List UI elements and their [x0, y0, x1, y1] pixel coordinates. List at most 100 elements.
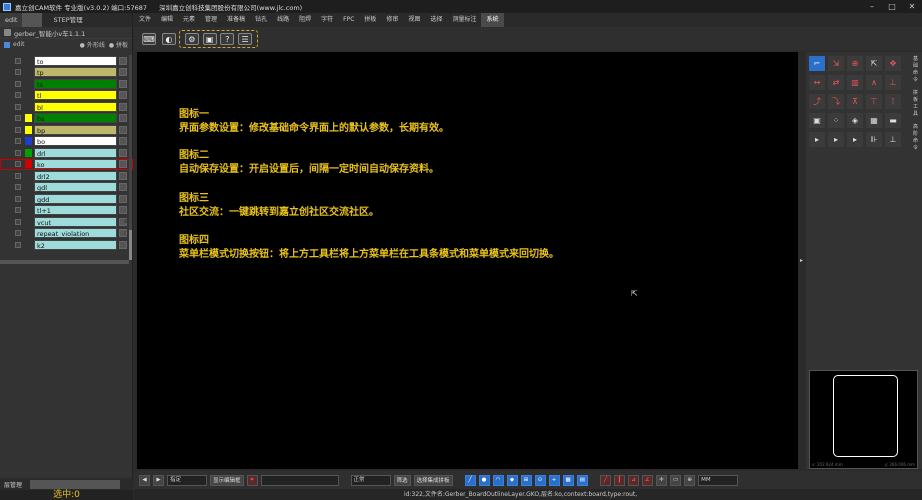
layer-color-swatch[interactable]	[25, 137, 32, 146]
layer-name[interactable]: tl	[34, 90, 117, 101]
layer-visibility-checkbox[interactable]	[15, 218, 21, 225]
filter-checkbox[interactable]: 筛选	[393, 474, 411, 486]
layer-color-swatch[interactable]	[25, 56, 32, 65]
layer-lock-toggle[interactable]	[119, 160, 127, 169]
tool-button-icon[interactable]: ⁘	[828, 113, 844, 128]
layer-name[interactable]: bs	[34, 113, 117, 124]
layer-color-swatch[interactable]	[25, 102, 32, 111]
layer-visibility-checkbox[interactable]	[15, 207, 21, 214]
tool-button-icon[interactable]: ⌐	[809, 56, 825, 71]
command-input[interactable]	[260, 474, 339, 486]
tool-button-icon[interactable]: ▸	[828, 132, 844, 147]
layer-visibility-checkbox[interactable]	[15, 115, 21, 122]
step-row[interactable]: edit ● 外形线 ● 拼板	[0, 39, 132, 50]
layer-list-scrollbar[interactable]	[129, 55, 132, 260]
view-toggle-icon[interactable]: ◐	[162, 33, 176, 45]
gear-icon[interactable]: ⚙	[184, 33, 199, 45]
layer-lock-toggle[interactable]	[119, 79, 127, 88]
layer-lock-toggle[interactable]	[119, 68, 127, 77]
layer-visibility-checkbox[interactable]	[15, 230, 21, 237]
tool-button-icon[interactable]: ⇲	[828, 56, 844, 71]
polygon-tool-icon[interactable]: ◆	[506, 474, 518, 486]
point-tool-icon[interactable]: ┃	[613, 474, 625, 486]
select-panel-checkbox[interactable]: 选择集成拼板	[413, 474, 453, 486]
layer-row[interactable]: tp	[0, 67, 133, 79]
layer-visibility-checkbox[interactable]	[15, 126, 21, 133]
layer-color-swatch[interactable]	[25, 125, 32, 134]
ruler-tool-icon[interactable]: ▭	[669, 474, 682, 486]
layer-color-swatch[interactable]	[25, 240, 32, 249]
tool-button-icon[interactable]: ✥	[885, 56, 901, 71]
zoom-tool-icon[interactable]: ⊕	[684, 474, 696, 486]
tool-button-icon[interactable]: ⇄	[828, 75, 844, 90]
layer-visibility-checkbox[interactable]	[15, 195, 21, 202]
layer-row[interactable]: bs	[0, 113, 133, 125]
line-tool-icon[interactable]: ╱	[464, 474, 476, 486]
tool-button-icon[interactable]: ▸	[809, 132, 825, 147]
layer-color-swatch[interactable]	[25, 229, 32, 238]
layer-lock-toggle[interactable]	[119, 183, 127, 192]
tool-button-icon[interactable]: ▣	[809, 113, 825, 128]
tool-button-icon[interactable]: ▥	[847, 75, 863, 90]
layer-row[interactable]: drl	[0, 147, 133, 159]
menu-item[interactable]: 测量标注	[447, 13, 481, 27]
measure-tool-icon[interactable]: ╱	[599, 474, 611, 486]
layer-color-swatch[interactable]	[25, 206, 32, 215]
show-edit-box-button[interactable]: 显示编辑框	[210, 474, 244, 486]
layer-visibility-checkbox[interactable]	[15, 57, 21, 64]
arc-tool-icon[interactable]: ◠	[492, 474, 504, 486]
menu-item[interactable]: 管理	[200, 13, 222, 27]
grid-tool-icon[interactable]: ▦	[562, 474, 574, 486]
menu-item[interactable]: 文件	[134, 13, 156, 27]
layer-color-swatch[interactable]	[25, 183, 32, 192]
arrow-right-icon[interactable]: ▶	[153, 474, 164, 486]
tab-edit[interactable]: edit	[0, 13, 23, 27]
plus-tool-icon[interactable]: +	[548, 474, 560, 486]
tool-button-icon[interactable]: ⊥	[885, 132, 901, 147]
tool-button-icon[interactable]: ⊕	[847, 56, 863, 71]
tool-button-icon[interactable]: ▦	[866, 113, 882, 128]
layer-name[interactable]: ko	[34, 159, 117, 170]
layer-row[interactable]: gdl	[0, 182, 133, 194]
layer-visibility-checkbox[interactable]	[15, 149, 21, 156]
layer-lock-toggle[interactable]	[119, 240, 127, 249]
layer-name[interactable]: tl+1	[34, 205, 117, 216]
layer-visibility-checkbox[interactable]	[15, 184, 21, 191]
layer-name[interactable]: vcut	[34, 216, 117, 227]
menu-item[interactable]: 选择	[425, 13, 447, 27]
layer-name[interactable]: bl	[34, 101, 117, 112]
center-tool-icon[interactable]: ⊙	[534, 474, 546, 486]
tool-button-icon[interactable]: ▬	[885, 113, 901, 128]
tool-button-icon[interactable]: ⊥	[885, 75, 901, 90]
layer-visibility-checkbox[interactable]	[15, 172, 21, 179]
layer-manager-button[interactable]: 层管理	[0, 479, 26, 490]
side-tab[interactable]: 高阶命令	[911, 124, 920, 152]
circle-tool-icon[interactable]: ●	[478, 474, 490, 486]
layer-name[interactable]: to	[34, 55, 117, 66]
layer-filter-input[interactable]	[30, 479, 121, 489]
minimize-icon[interactable]: –	[862, 0, 882, 13]
step-checkbox[interactable]	[4, 41, 10, 48]
layer-name[interactable]: gdl	[34, 182, 117, 193]
layer-name[interactable]: tp	[34, 67, 117, 78]
layer-row[interactable]: ko	[0, 158, 133, 170]
menu-item[interactable]: 修审	[381, 13, 403, 27]
layer-row[interactable]: drl2	[0, 170, 133, 182]
filter-select[interactable]: 正常	[350, 474, 391, 486]
layer-lock-toggle[interactable]	[119, 102, 127, 111]
tool-button-icon[interactable]: ⊼	[847, 94, 863, 109]
cross-tool-icon[interactable]: ✛	[655, 474, 667, 486]
tool-button-icon[interactable]: ↔	[809, 75, 825, 90]
layer-row[interactable]: bl	[0, 101, 133, 113]
tool-button-icon[interactable]: ◈	[847, 113, 863, 128]
layer-color-swatch[interactable]	[25, 91, 32, 100]
layer-visibility-checkbox[interactable]	[15, 161, 21, 168]
layer-lock-toggle[interactable]	[119, 114, 127, 123]
layer-row[interactable]: repeat_violation ○	[0, 228, 133, 240]
menu-item[interactable]: 编辑	[156, 13, 178, 27]
layer-visibility-checkbox[interactable]	[15, 103, 21, 110]
layer-color-swatch[interactable]	[25, 160, 32, 169]
layer-lock-toggle[interactable]	[119, 206, 127, 215]
menu-item[interactable]: 拼板	[359, 13, 381, 27]
tool-button-icon[interactable]: ⊺	[885, 94, 901, 109]
